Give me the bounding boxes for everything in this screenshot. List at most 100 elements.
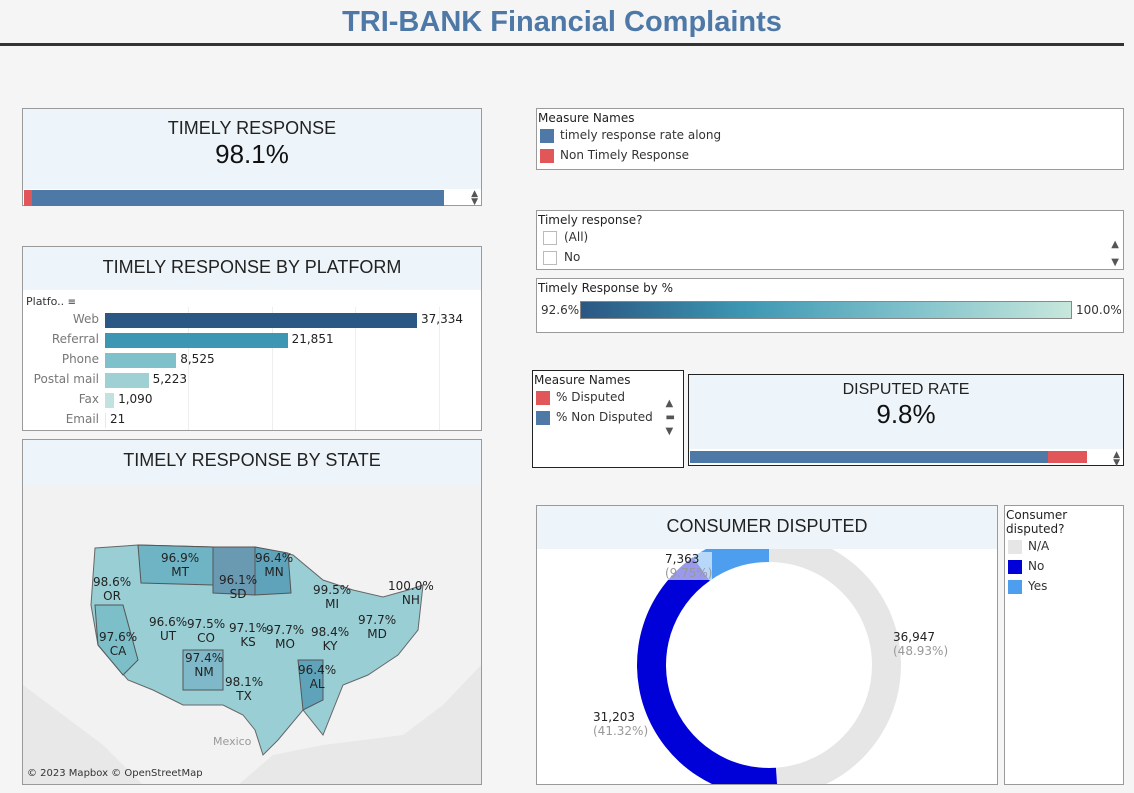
gradient-legend: Timely Response by % 92.6% 100.0% [536,278,1124,333]
legend-item[interactable]: Yes [1005,576,1123,596]
donut-chart [637,549,902,785]
timely-response-header: TIMELY RESPONSE 98.1% [23,109,481,189]
bar[interactable] [105,393,115,408]
legend-item[interactable]: N/A [1005,536,1123,556]
gradient-title: Timely Response by % [538,281,673,295]
scroll-arrows[interactable]: ▲ ▬ ▼ [666,397,675,439]
legend-label: N/A [1028,539,1050,553]
bar[interactable] [105,413,106,428]
scroll-arrows[interactable]: ▲ ▼ [1111,236,1119,272]
state-label-mi[interactable]: 99.5% MI [313,583,351,611]
legend-title: Consumer disputed? [1006,508,1068,536]
consumer-title: CONSUMER DISPUTED [537,506,997,549]
state-label-ut[interactable]: 96.6% UT [149,615,187,643]
swatch-icon [1008,539,1022,554]
slice-label-yes: 7,363 (9.75%) [665,552,713,580]
legend-label: No [1028,559,1045,573]
bar-category-label: Referral [51,332,99,346]
legend-item[interactable]: % Non Disputed [533,407,683,427]
bar-category-label: Postal mail [33,372,99,386]
swatch-icon [540,148,554,163]
kpi-title: DISPUTED RATE [842,381,970,398]
map-area[interactable]: 96.9% MT 96.4% MN 98.6% OR 96.1% SD 99.5% MI 100.0… [23,485,481,784]
legend-label: timely response rate along [560,128,722,142]
state-label-sd[interactable]: 96.1% SD [219,573,257,601]
state-panel: TIMELY RESPONSE BY STATE 96.9% MT 96.4% MN 9… [22,439,482,785]
swatch-icon [536,390,550,405]
state-label-ca[interactable]: 97.6% CA [99,630,137,658]
bar-category-label: Email [65,412,99,426]
kpi-title: TIMELY RESPONSE [167,118,337,138]
checkbox[interactable] [543,250,557,265]
legend-item[interactable]: % Disputed [533,387,683,407]
slice-label-na: 36,947 (48.93%) [893,630,949,658]
state-label-md[interactable]: 97.7% MD [358,613,396,641]
swatch-icon [536,410,550,425]
timely-response-panel[interactable]: TIMELY RESPONSE 98.1% ▲ ▼ [22,108,482,207]
bar-category-label: Fax [78,392,99,406]
bar[interactable] [105,313,417,328]
legend-title: Measure Names [538,111,635,125]
gradient-bar [580,301,1072,319]
bar[interactable] [105,373,149,388]
platform-bar-chart: Web 37,334 Referral 21,851 Phone 8,525 Postal … [23,247,481,430]
state-label-mt[interactable]: 96.9% MT [161,551,199,579]
checkbox[interactable] [543,230,557,245]
legend-label: % Non Disputed [556,410,653,424]
state-label-or[interactable]: 98.6% OR [93,575,131,603]
legend-item[interactable]: No [1005,556,1123,576]
timely-response-filter: Timely response? (All) No ▲ ▼ [536,210,1124,270]
bar-value-label: 1,090 [118,392,153,406]
dashboard-title: TRI-BANK Financial Complaints [0,0,1124,46]
donut-slice-no[interactable] [637,557,778,785]
bar-value-label: 21 [110,412,126,426]
scroll-arrows[interactable]: ▲ ▼ [471,190,478,207]
legend-item[interactable]: Non Timely Response [537,145,1123,165]
filter-option-all[interactable]: (All) [537,227,1123,247]
disputed-header: DISPUTED RATE 9.8% [689,375,1123,449]
bar-value-label: 5,223 [152,372,187,386]
platform-panel: TIMELY RESPONSE BY PLATFORM Platfo.. ≡ W… [22,246,482,431]
state-label-nm[interactable]: 97.4% NM [185,651,223,679]
consumer-disputed-panel: CONSUMER DISPUTED 7,363 (9.75%) 36,947 (48… [536,505,998,785]
legend-label: Yes [1028,579,1048,593]
scroll-arrows[interactable]: ▲ ▼ [1113,451,1120,468]
timely-progress-bar [24,190,444,206]
kpi-value: 98.1% [215,139,289,169]
donut-slice-na[interactable] [769,549,902,785]
disputed-rate-panel[interactable]: DISPUTED RATE 9.8% ▲ ▼ [688,374,1124,468]
state-label-al[interactable]: 96.4% AL [298,663,336,691]
gradient-min: 92.6% [541,303,580,317]
option-label: (All) [564,230,589,244]
state-label-mn[interactable]: 96.4% MN [255,551,293,579]
bar-category-label: Phone [61,352,99,366]
disputed-measure-legend: Measure Names % Disputed % Non Disputed … [532,370,684,468]
state-label-mo[interactable]: 97.7% MO [266,623,304,651]
legend-item[interactable]: timely response rate along [537,125,1123,145]
kpi-value: 9.8% [876,399,936,429]
gradient-max: 100.0% [1076,303,1122,317]
legend-title: Measure Names [534,373,631,387]
swatch-icon [1008,559,1022,574]
bar[interactable] [105,333,288,348]
legend-label: Non Timely Response [560,148,689,162]
map-credit: © 2023 Mapbox © OpenStreetMap [27,768,203,779]
disputed-progress-bar [690,451,1087,463]
consumer-legend: Consumer disputed? N/A No Yes [1004,505,1124,785]
bar-value-label: 37,334 [421,312,463,326]
filter-option-no[interactable]: No [537,247,1123,267]
bar-category-label: Web [72,312,99,326]
disputed-progress-fill [1048,451,1087,463]
state-label-nh[interactable]: 100.0% NH [388,579,434,607]
state-label-tx[interactable]: 98.1% TX [225,675,263,703]
swatch-icon [540,128,554,143]
bar[interactable] [105,353,177,368]
state-title: TIMELY RESPONSE BY STATE [23,440,481,485]
option-label: No [564,250,581,264]
measure-names-legend: Measure Names timely response rate along… [536,108,1124,170]
swatch-icon [1008,579,1022,594]
state-label-co[interactable]: 97.5% CO [187,617,225,645]
state-label-ky[interactable]: 98.4% KY [311,625,349,653]
state-label-ks[interactable]: 97.1% KS [229,621,267,649]
legend-label: % Disputed [556,390,625,404]
